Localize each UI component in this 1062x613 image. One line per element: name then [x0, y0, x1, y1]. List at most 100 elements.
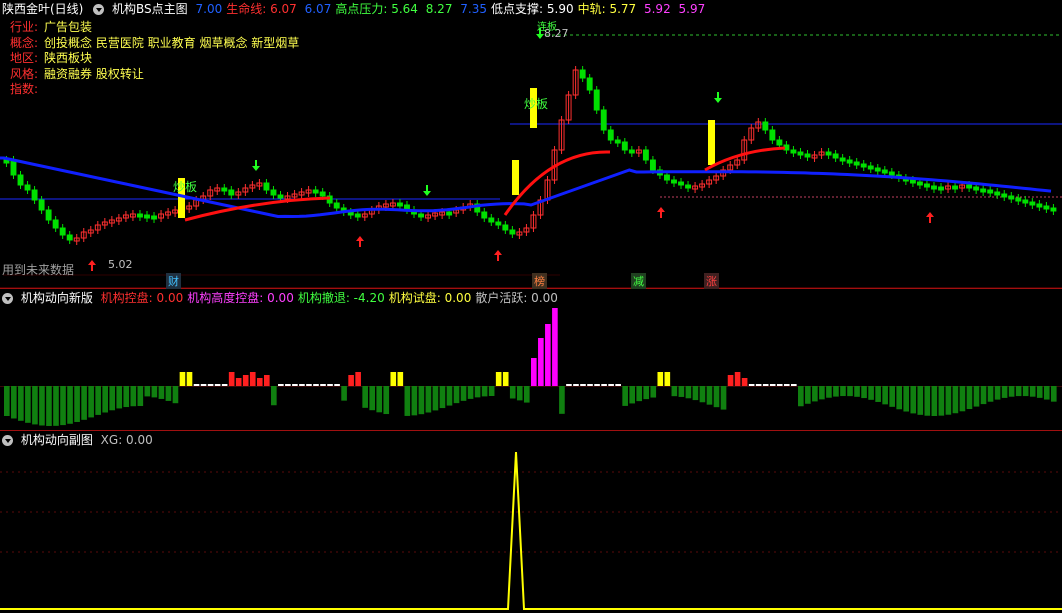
candle-body: [10, 159, 17, 176]
histogram-bar: [882, 386, 888, 405]
histogram-bar: [1022, 386, 1029, 397]
limit-up-bar: [708, 120, 715, 165]
histogram-bar: [776, 384, 783, 386]
candle-body: [1015, 197, 1022, 202]
histogram-bar: [798, 386, 804, 407]
candle-body: [3, 159, 10, 164]
indicator-menu-icon[interactable]: [93, 4, 105, 15]
histogram-bar: [88, 386, 94, 418]
histogram-bar: [720, 386, 727, 410]
candle-body: [797, 151, 804, 156]
histogram-bar: [573, 384, 579, 386]
event-tag-finance[interactable]: 财: [166, 273, 181, 289]
histogram-bar: [397, 372, 404, 386]
histogram-bar: [502, 372, 509, 386]
event-tag-rise[interactable]: 涨: [704, 273, 719, 289]
histogram-bar: [137, 386, 144, 407]
candle-body: [994, 191, 1001, 196]
candle-body: [664, 174, 670, 181]
sell-arrow-icon: [423, 185, 431, 196]
histogram-bar: [692, 386, 699, 401]
histogram-bar: [221, 384, 228, 386]
candle-body: [31, 189, 38, 201]
candle-body: [354, 213, 361, 218]
candle-body: [678, 181, 684, 186]
buy-arrow-icon: [494, 250, 502, 261]
histogram-bar: [320, 384, 326, 386]
main-value-0: 7.00: [195, 2, 223, 16]
histogram-bar: [755, 384, 762, 386]
stock-info-panel: 行业: 广告包装 概念: 创投概念 民营医院 职业教育 烟草概念 新型烟草 地区: 陕西板…: [10, 20, 299, 98]
candle-body: [860, 163, 867, 168]
candle-body: [931, 185, 937, 190]
zt-label-2: 炒板: [524, 97, 549, 111]
mid-value-3: 机构试盘: 0.00: [388, 291, 472, 305]
candle-body: [867, 165, 874, 170]
event-tag-list[interactable]: 榜: [532, 273, 547, 289]
histogram-bar: [334, 384, 340, 386]
candle-body: [909, 179, 916, 184]
stock-title[interactable]: 陕西金叶(日线): [2, 2, 83, 16]
bottom-indicator-name[interactable]: 机构动向副图: [21, 433, 93, 447]
histogram-bar: [151, 386, 158, 398]
candle-body: [938, 186, 944, 191]
event-tag-reduce[interactable]: 减: [631, 273, 646, 289]
histogram-bar: [278, 384, 284, 386]
histogram-bar: [130, 386, 137, 407]
histogram-bar: [931, 386, 938, 416]
histogram-bar: [116, 386, 123, 409]
candle-body: [446, 211, 453, 216]
main-indicator-name[interactable]: 机构BS点主图: [112, 2, 188, 16]
histogram-bar: [727, 375, 734, 386]
histogram-bar: [685, 386, 692, 399]
histogram-bar: [228, 372, 235, 386]
histogram-bar: [783, 384, 790, 386]
histogram-bar: [235, 378, 242, 386]
candle-body: [1029, 201, 1036, 206]
info-row-0: 行业: 广告包装: [10, 20, 299, 36]
candle-body: [923, 183, 930, 188]
histogram-bar: [938, 386, 945, 416]
info-key: 风格:: [10, 66, 39, 81]
info-value: 广告包装: [44, 20, 93, 34]
candle-body: [59, 227, 66, 236]
histogram-bar: [819, 386, 825, 400]
mid-indicator-name[interactable]: 机构动向新版: [21, 291, 93, 305]
histogram-bar: [74, 386, 80, 422]
histogram-bar: [263, 375, 270, 386]
bottom-indicator-menu-icon[interactable]: [2, 435, 13, 446]
info-key: 概念:: [10, 35, 39, 50]
sell-arrow-icon: [714, 92, 722, 103]
histogram-bar: [734, 372, 741, 386]
histogram-bar: [629, 386, 635, 404]
histogram-bar: [980, 386, 987, 405]
info-row-3: 风格: 融资融券 股权转让: [10, 67, 299, 83]
mid-indicator-menu-icon[interactable]: [2, 293, 13, 304]
histogram-bar: [348, 375, 354, 386]
histogram-bar: [474, 386, 481, 398]
histogram-bar: [446, 386, 453, 406]
candle-body: [509, 229, 516, 235]
candle-body: [396, 202, 403, 207]
candle-body: [973, 186, 980, 191]
histogram-bar: [299, 384, 305, 386]
histogram-bar: [545, 324, 551, 386]
candle-body: [579, 69, 586, 79]
histogram-bar: [959, 386, 966, 412]
histogram-bar: [516, 386, 523, 401]
candle-body: [839, 157, 846, 162]
candle-body: [769, 129, 776, 141]
future-data-note: 用到未来数据: [2, 263, 75, 277]
histogram-bar: [769, 384, 776, 386]
histogram-bar: [523, 386, 530, 403]
histogram-bar: [587, 384, 593, 386]
histogram-bar: [910, 386, 917, 414]
histogram-bar: [966, 386, 973, 410]
candle-body: [137, 213, 143, 218]
candle-body: [228, 189, 235, 196]
buy-arrow-icon: [926, 212, 934, 223]
histogram-bar: [193, 384, 200, 386]
histogram-bar: [144, 386, 151, 397]
histogram-bar: [840, 386, 846, 397]
histogram-bar: [509, 386, 516, 399]
